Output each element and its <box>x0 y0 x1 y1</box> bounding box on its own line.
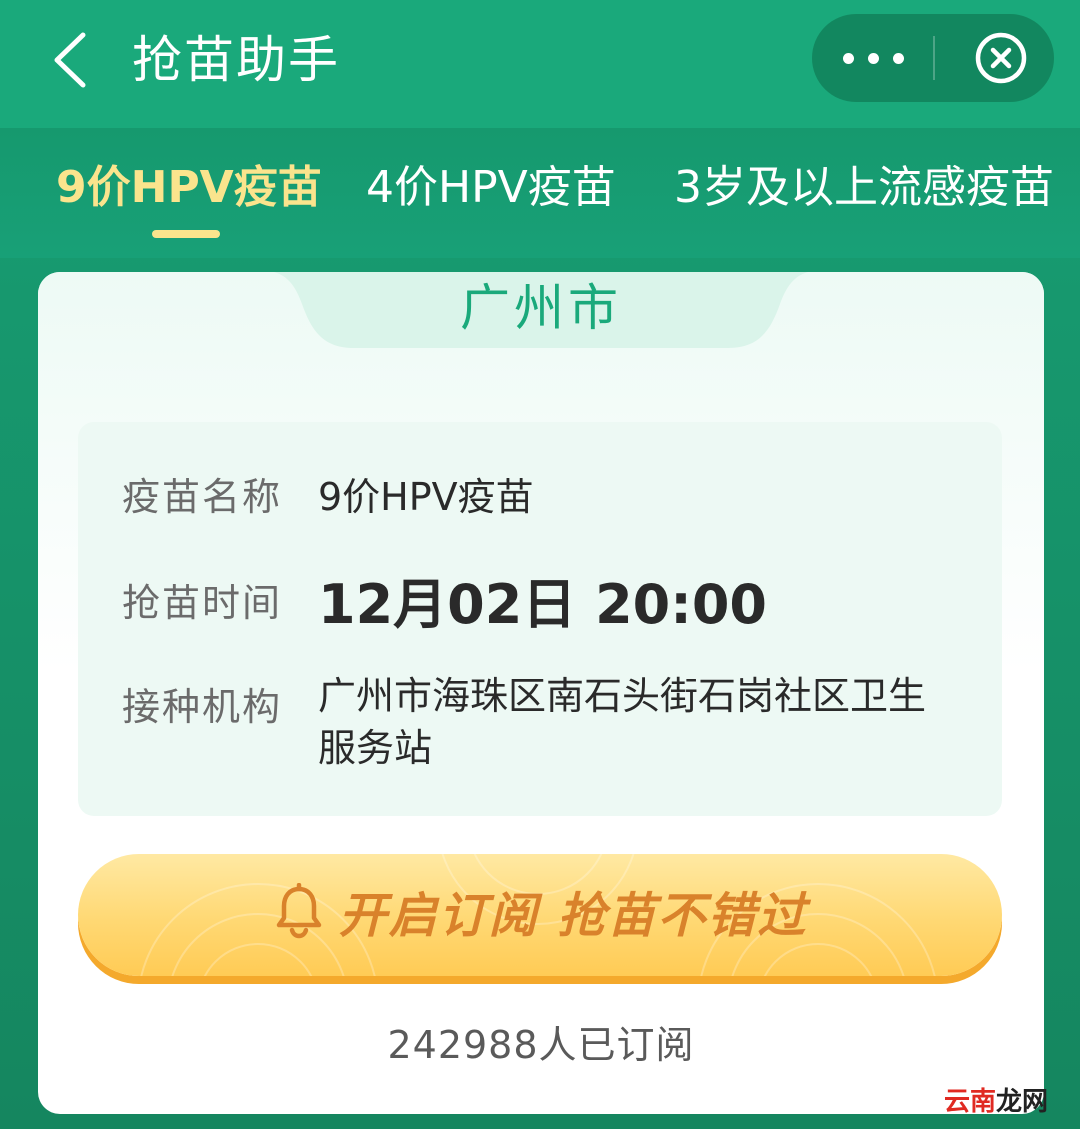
page-title: 抢苗助手 <box>132 31 340 89</box>
organization-label: 接种机构 <box>122 685 283 729</box>
page: 抢苗助手 9价HPV疫苗 4价HPV疫苗 3岁及以上流感疫苗 广州市 疫苗名称 … <box>0 0 1080 1129</box>
city-name: 广州市 <box>460 279 622 337</box>
organization-value: 广州市海珠区南石头街石岗社区卫生服务站 <box>318 674 927 770</box>
mini-program-capsule <box>812 14 1054 102</box>
more-dots-icon <box>842 52 854 64</box>
subscribe-content: 开启订阅 抢苗不错过 <box>78 854 1002 968</box>
active-tab-indicator <box>152 230 220 238</box>
chevron-left-icon <box>54 32 86 88</box>
booking-time-value: 12月02日 20:00 <box>318 573 767 636</box>
watermark-logo: 云南龙网 <box>944 1084 1052 1120</box>
capsule-divider <box>933 36 935 80</box>
subscribe-button[interactable]: 开启订阅 抢苗不错过 <box>78 854 1002 976</box>
more-button[interactable] <box>812 14 934 102</box>
tab-flu-vaccine[interactable]: 3岁及以上流感疫苗 <box>674 158 1054 218</box>
more-dot <box>892 52 904 64</box>
vaccine-tabs: 9价HPV疫苗 4价HPV疫苗 3岁及以上流感疫苗 <box>0 128 1080 258</box>
subscriber-count: 242988人已订阅 <box>387 1023 695 1067</box>
tab-9-valent-hpv[interactable]: 9价HPV疫苗 <box>56 158 322 218</box>
city-header: 广州市 <box>258 272 824 350</box>
bell-icon <box>276 883 321 939</box>
vaccine-name-value: 9价HPV疫苗 <box>318 475 534 519</box>
close-circle-icon <box>975 32 1027 84</box>
more-dot <box>867 52 879 64</box>
tab-4-valent-hpv[interactable]: 4价HPV疫苗 <box>366 158 616 218</box>
back-button[interactable] <box>40 28 100 92</box>
watermark-part2: 龙网 <box>996 1087 1049 1117</box>
watermark-part1: 云南 <box>944 1087 997 1117</box>
subscribe-label: 开启订阅 抢苗不错过 <box>338 888 808 944</box>
vaccine-info-box: 疫苗名称 9价HPV疫苗 抢苗时间 12月02日 20:00 接种机构 广州市海… <box>78 422 1002 816</box>
booking-time-label: 抢苗时间 <box>122 581 283 625</box>
vaccine-card: 广州市 疫苗名称 9价HPV疫苗 抢苗时间 12月02日 20:00 接种机构 … <box>38 272 1044 1114</box>
close-button[interactable] <box>948 14 1054 102</box>
title-bar: 抢苗助手 <box>0 0 1080 128</box>
vaccine-name-label: 疫苗名称 <box>122 475 283 519</box>
